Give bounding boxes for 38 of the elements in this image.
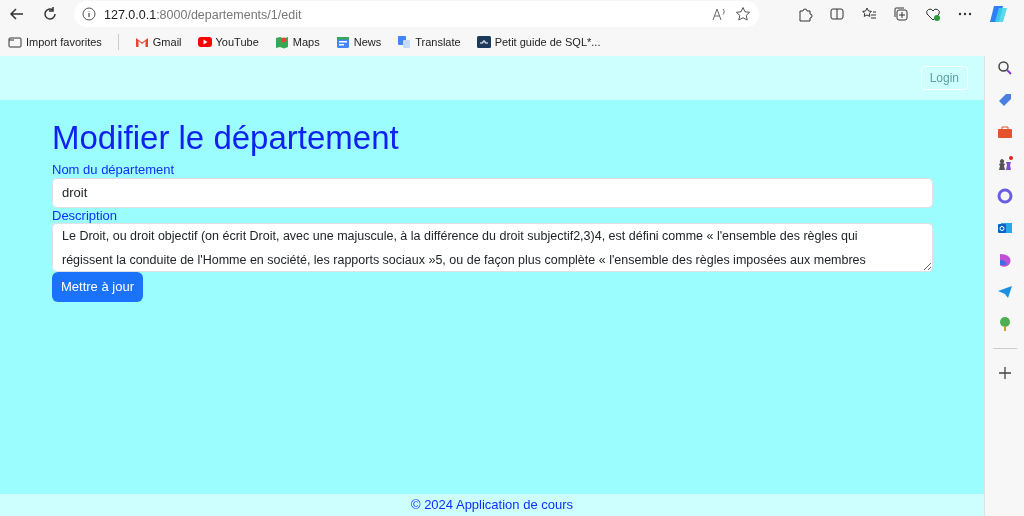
play-icon (197, 35, 212, 49)
toolbox-icon[interactable] (996, 124, 1013, 140)
footer-text: © 2024 Application de cours (410, 496, 574, 515)
map-pin-icon (274, 35, 289, 49)
mail-icon (134, 35, 149, 49)
star-icon[interactable] (735, 6, 751, 22)
chess-pieces-icon[interactable] (996, 156, 1013, 172)
split-screen-icon[interactable] (829, 6, 845, 22)
update-button[interactable]: Mettre à jour (52, 272, 143, 302)
collections-icon[interactable] (893, 6, 909, 22)
page-title: Modifier le département (52, 120, 400, 157)
bookmark-link[interactable]: Gmail (134, 33, 182, 51)
plus-icon[interactable] (996, 365, 1013, 381)
bookmark-link[interactable]: Import favorites (8, 33, 102, 51)
refresh-icon[interactable] (42, 6, 58, 22)
bookmark-link[interactable]: YouTube (197, 33, 259, 51)
field-label: Description (52, 207, 119, 224)
search-icon[interactable] (996, 60, 1013, 76)
bookmark-link[interactable]: Petit guide de SQL*... (476, 33, 601, 51)
folder-icon (8, 35, 22, 49)
bookmark-link[interactable]: Translate (397, 33, 461, 51)
bookmark-link[interactable]: Maps (274, 33, 320, 51)
bookmark-link[interactable]: News (335, 33, 382, 51)
copilot-logo-icon[interactable] (989, 4, 1009, 24)
favorites-icon[interactable] (861, 6, 877, 22)
read-aloud-icon[interactable] (711, 6, 727, 22)
newspaper-icon (335, 35, 350, 49)
outlook-icon[interactable] (996, 220, 1013, 236)
back-arrow-icon[interactable] (8, 6, 26, 22)
heart-icon[interactable] (925, 6, 941, 22)
translate-icon (397, 35, 412, 49)
text-area[interactable]: Le Droit, ou droit objectif (on écrit Droit, avec une majuscule, à la différence du droit subjectif2,3)4, est défini comme « l'ensemble des règles qui régissent la conduite de l'Homme en société, les rapports sociaux »5, ou de façon plus complète « l'ensemble des règles imposées aux membres (52, 223, 933, 273)
ring-icon[interactable] (996, 188, 1013, 204)
input-field[interactable]: droit (52, 177, 933, 208)
field-label: Nom du département (52, 162, 176, 178)
document-icon (476, 35, 491, 49)
paper-plane-icon[interactable] (996, 284, 1013, 300)
info-icon[interactable] (82, 7, 96, 21)
